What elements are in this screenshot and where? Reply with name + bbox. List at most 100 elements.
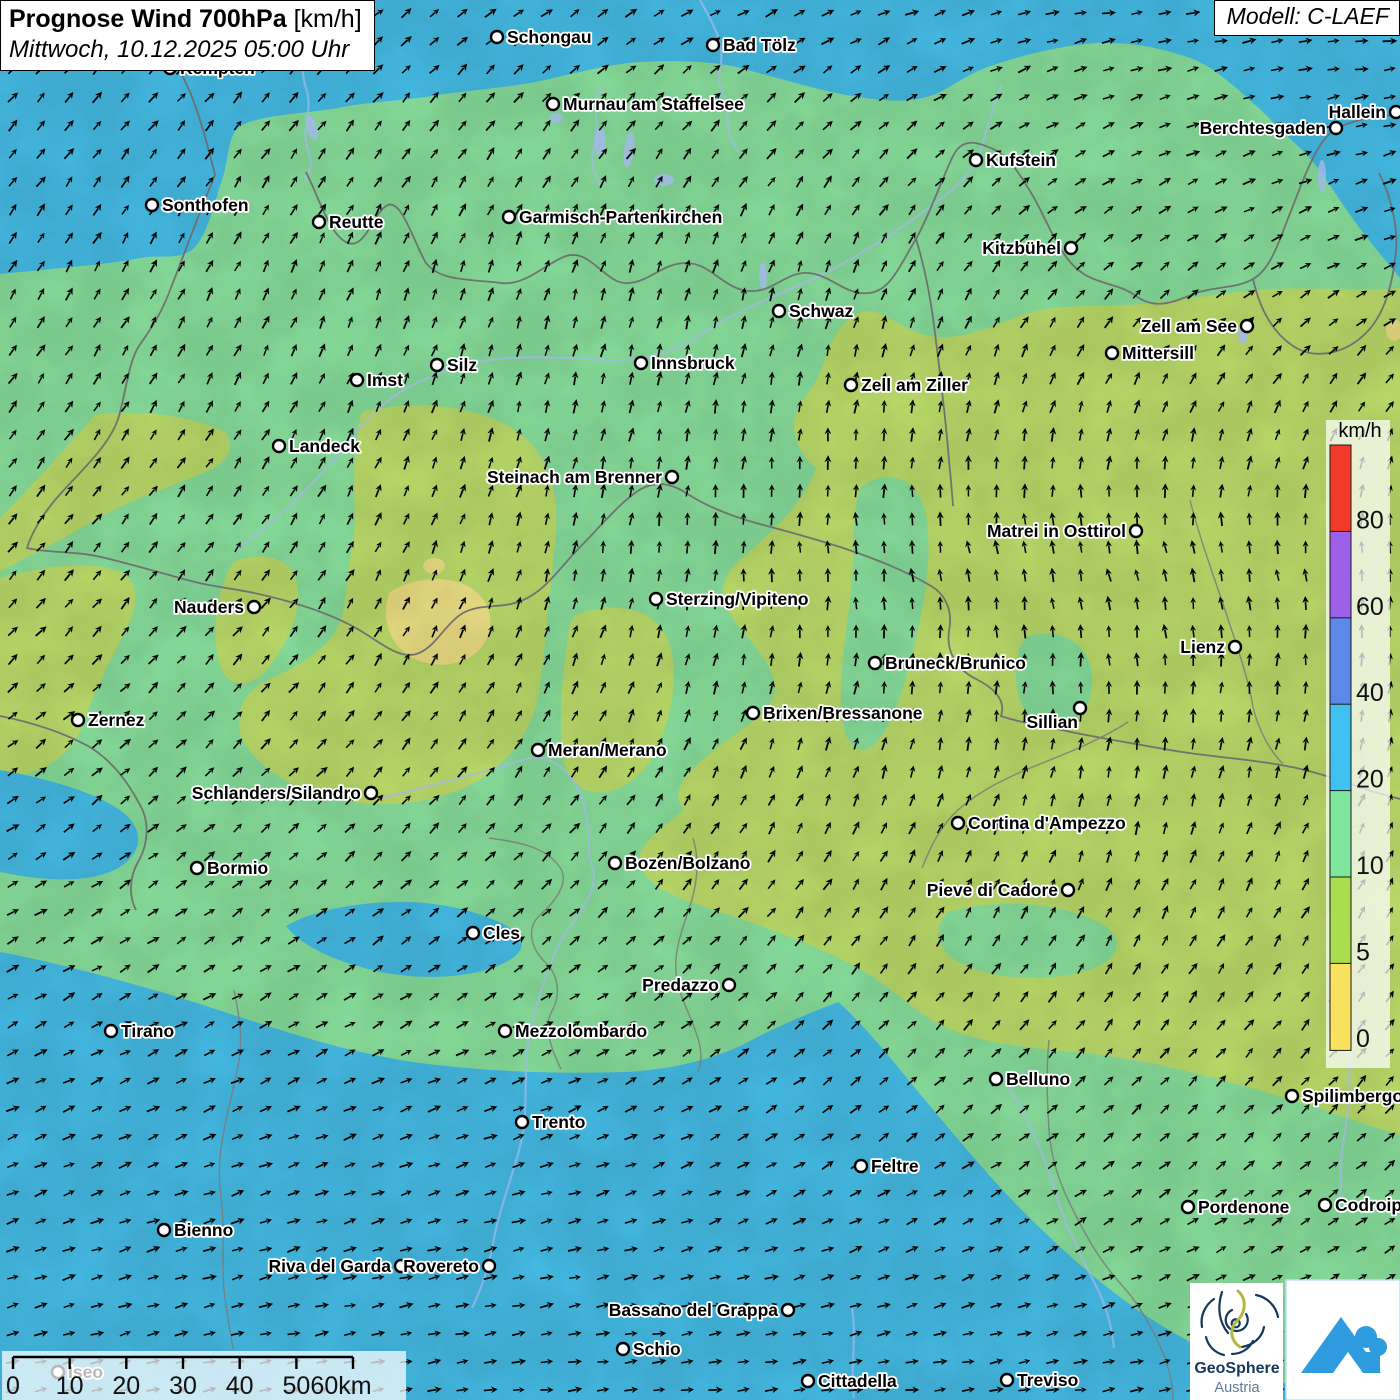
- city-label: Schlanders/Silandro: [192, 783, 361, 803]
- city-marker: [431, 359, 443, 371]
- city-label: Predazzo: [642, 975, 719, 995]
- city: Zell am See: [1141, 316, 1253, 336]
- lake: [549, 113, 563, 123]
- city-label: Cles: [483, 923, 520, 943]
- city-label: Zell am Ziller: [861, 375, 968, 395]
- city-marker: [191, 862, 203, 874]
- city: Sonthofen: [146, 195, 249, 215]
- city: Garmisch-Partenkirchen: [503, 207, 722, 227]
- city-label: Pordenone: [1198, 1197, 1290, 1217]
- distance-scale-bar: 0102030405060km: [2, 1351, 406, 1400]
- city-marker: [666, 471, 678, 483]
- legend-tick-label: 5: [1356, 938, 1370, 966]
- city-label: Tirano: [121, 1021, 174, 1041]
- city-label: Murnau am Staffelsee: [563, 94, 744, 114]
- city-label: Nauders: [174, 597, 244, 617]
- city-label: Bruneck/Brunico: [885, 653, 1026, 673]
- city-label: Bad Tölz: [723, 35, 796, 55]
- lake: [1318, 160, 1326, 192]
- city-marker: [617, 1343, 629, 1355]
- city-label: Schongau: [507, 27, 592, 47]
- map-subtitle: Mittwoch, 10.12.2025 05:00 Uhr: [9, 35, 362, 64]
- city-marker: [1182, 1201, 1194, 1213]
- scale-tick-label: 10: [56, 1372, 84, 1400]
- city-label: Treviso: [1017, 1370, 1078, 1390]
- city: Pieve di Cadore: [927, 880, 1074, 900]
- city-label: Mittersill: [1122, 343, 1194, 363]
- city-label: Bozen/Bolzano: [625, 853, 750, 873]
- city-label: Schwaz: [789, 301, 853, 321]
- city-label: Codroipo: [1335, 1195, 1400, 1215]
- city: Murnau am Staffelsee: [547, 94, 744, 114]
- city-label: Imst: [367, 370, 403, 390]
- city-marker: [990, 1073, 1002, 1085]
- scale-tick-label: 60km: [310, 1372, 371, 1400]
- scale-tick-label: 40: [226, 1372, 254, 1400]
- city-label: Steinach am Brenner: [487, 467, 662, 487]
- weather-map-stage: SchongauBad TölzKemptenMurnau am Staffel…: [0, 0, 1400, 1400]
- map-canvas: SchongauBad TölzKemptenMurnau am Staffel…: [0, 0, 1400, 1400]
- map-title-line: Prognose Wind 700hPa [km/h]: [9, 4, 362, 35]
- city-marker: [970, 154, 982, 166]
- city-label: Meran/Merano: [548, 740, 667, 760]
- city-marker: [365, 787, 377, 799]
- city-label: Matrei in Osttirol: [987, 521, 1126, 541]
- city-marker: [499, 1025, 511, 1037]
- city-marker: [802, 1375, 814, 1387]
- city-marker: [1229, 641, 1241, 653]
- city-label: Sonthofen: [162, 195, 249, 215]
- city: Riva del Garda: [268, 1256, 407, 1276]
- city-marker: [1286, 1090, 1298, 1102]
- geosphere-logo-country: Austria: [1214, 1380, 1260, 1396]
- city-label: Pieve di Cadore: [927, 880, 1059, 900]
- city: Bozen/Bolzano: [609, 853, 750, 873]
- city-marker: [1241, 320, 1253, 332]
- legend-title: km/h: [1338, 420, 1381, 442]
- city: Schongau: [491, 27, 592, 47]
- title-box: Prognose Wind 700hPa [km/h] Mittwoch, 10…: [0, 0, 375, 71]
- legend-tick-label: 20: [1356, 766, 1384, 794]
- legend-color-swatch: [1330, 704, 1351, 791]
- city-marker: [467, 927, 479, 939]
- city-label: Zell am See: [1141, 316, 1238, 336]
- city: Berchtesgaden: [1200, 118, 1342, 138]
- map-title: Prognose Wind 700hPa: [9, 5, 287, 33]
- city: Spilimbergo: [1286, 1086, 1400, 1106]
- city-label: Innsbruck: [651, 353, 735, 373]
- city-marker: [845, 379, 857, 391]
- legend-tick-label: 0: [1356, 1025, 1370, 1053]
- city-label: Belluno: [1006, 1069, 1070, 1089]
- lake: [759, 262, 767, 290]
- city: Meran/Merano: [532, 740, 667, 760]
- legend-color-swatch: [1330, 791, 1351, 878]
- city-marker: [707, 39, 719, 51]
- city-marker: [105, 1025, 117, 1037]
- city-marker: [313, 216, 325, 228]
- city: Matrei in Osttirol: [987, 521, 1142, 541]
- city-label: Brixen/Bressanone: [763, 703, 923, 723]
- map-title-unit: [km/h]: [294, 5, 362, 33]
- city-marker: [532, 744, 544, 756]
- city-label: Bormio: [207, 858, 268, 878]
- city-label: Garmisch-Partenkirchen: [519, 207, 722, 227]
- city: Mezzolombardo: [499, 1021, 647, 1041]
- legend-tick-label: 80: [1356, 506, 1384, 534]
- city-label: Silz: [447, 355, 477, 375]
- city: Zell am Ziller: [845, 375, 968, 395]
- scale-tick-label: 0: [6, 1372, 20, 1400]
- city: Brixen/Bressanone: [747, 703, 923, 723]
- city-label: Hallein: [1329, 102, 1386, 122]
- city-marker: [650, 593, 662, 605]
- city-marker: [503, 211, 515, 223]
- city-marker: [1330, 122, 1342, 134]
- city-marker: [635, 357, 647, 369]
- scale-tick-label: 30: [169, 1372, 197, 1400]
- city-label: Bienno: [174, 1220, 233, 1240]
- city-marker: [952, 817, 964, 829]
- wind-speed-legend: km/h806040201050: [1326, 420, 1390, 1068]
- city: Pordenone: [1182, 1197, 1290, 1217]
- scale-tick-label: 20: [112, 1372, 140, 1400]
- city-label: Bassano del Grappa: [609, 1300, 778, 1320]
- model-label: Modell: C-LAEF: [1214, 0, 1400, 36]
- city: Bruneck/Brunico: [869, 653, 1026, 673]
